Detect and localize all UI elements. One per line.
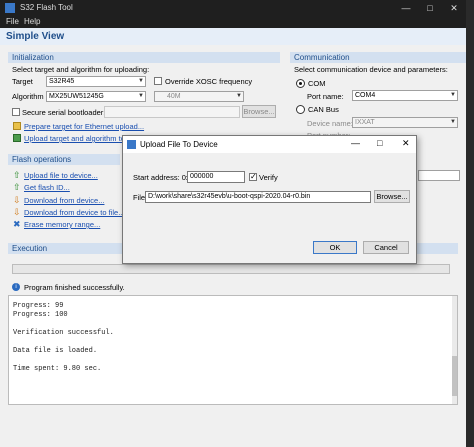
port-name-label: Port name: [307,92,344,101]
status-text: Program finished successfully. [24,283,125,292]
dialog-title: Upload File To Device [140,140,218,149]
canbus-radio[interactable] [296,105,305,114]
info-icon: i [12,283,20,291]
algorithm-select[interactable]: MX25UW51245G ▼ [46,91,146,102]
secure-bootloader-checkbox[interactable] [12,108,20,116]
log-line: Time spent: 9.80 sec. [13,365,102,373]
override-xosc-label: Override XOSC frequency [165,77,253,86]
erase-memory-link[interactable]: Erase memory range... [24,220,100,229]
menu-file[interactable]: File [6,17,19,26]
upload-file-link[interactable]: Upload file to device... [24,171,98,180]
ok-button[interactable]: OK [313,241,357,254]
xosc-frequency-select[interactable]: 40M ▼ [154,91,244,102]
menu-bar: File Help [0,16,466,28]
chevron-down-icon: ▼ [450,92,456,98]
dialog-minimize-icon[interactable]: — [351,138,360,148]
upload-arrow-icon: ⇧ [13,170,21,180]
cancel-button[interactable]: Cancel [363,241,409,254]
execution-header: Execution [12,244,48,253]
communication-header: Communication [294,53,350,62]
dialog-maximize-icon[interactable]: □ [377,138,382,148]
init-instruction: Select target and algorithm for uploadin… [12,65,150,74]
checkmark-icon: ✓ [250,172,257,181]
dialog-close-icon[interactable]: ✕ [402,138,410,149]
start-address-label: Start address: 0x [133,173,190,182]
dialog-title-bar: Upload File To Device — □ ✕ [123,136,416,153]
upload-target-icon [13,134,21,142]
verify-label: Verify [259,173,278,182]
file-path-input[interactable]: D:\work\share\s32r45evb\u-boot-qspi-2020… [145,191,371,203]
log-scrollbar-thumb[interactable] [452,356,457,396]
port-name-value: COM4 [355,92,376,99]
download-from-device-link[interactable]: Download from device... [24,196,104,205]
canbus-label: CAN Bus [308,105,339,114]
flash-operations-header: Flash operations [12,155,72,164]
initialization-header: Initialization [12,53,54,62]
chevron-down-icon: ▼ [450,119,456,125]
minimize-icon[interactable]: — [394,0,418,16]
target-select[interactable]: S32R45 ▼ [46,76,146,87]
ethernet-icon [13,122,21,130]
start-address-input[interactable]: 000000 [187,171,245,183]
log-line: Progress: 99 [13,302,64,310]
device-name-value: IXXAT [355,119,375,126]
secure-bootloader-label: Secure serial bootloader: [22,108,106,117]
dialog-app-icon [127,140,136,149]
device-name-select[interactable]: IXXAT ▼ [352,117,458,128]
get-flash-id-link[interactable]: Get flash ID... [24,183,70,192]
chevron-down-icon: ▼ [138,93,144,99]
device-name-label: Device name: [307,119,353,128]
override-xosc-checkbox[interactable] [154,77,162,85]
window-title: S32 Flash Tool [20,3,73,12]
verify-checkbox[interactable]: ✓ [249,172,257,181]
download-file-icon: ⇩ [13,207,21,217]
comm-field-behind-dialog [418,170,460,181]
app-icon [5,3,15,13]
xosc-frequency-value: 40M [167,93,181,100]
progress-bar [12,264,450,274]
bootloader-browse-button[interactable]: Browse... [242,105,276,118]
target-label: Target [12,77,33,86]
title-bar: S32 Flash Tool — □ ✕ [0,0,466,16]
bootloader-path-field[interactable] [104,106,240,118]
flash-id-icon: ⇧ [13,182,21,192]
com-radio[interactable] [296,79,305,88]
com-label: COM [308,79,326,88]
algorithm-label: Algorithm [12,92,44,101]
port-name-select[interactable]: COM4 ▼ [352,90,458,101]
section-initialization: Initialization [8,52,280,63]
view-header: Simple View [0,28,466,45]
log-line: Progress: 100 [13,311,68,319]
log-line: Verification successful. [13,329,114,337]
log-scrollbar[interactable] [452,296,457,404]
erase-icon: ✖ [13,219,21,229]
prepare-ethernet-link[interactable]: Prepare target for Ethernet upload... [24,122,144,131]
chevron-down-icon: ▼ [236,93,242,99]
menu-help[interactable]: Help [24,17,40,26]
bottom-area [0,408,466,447]
output-log[interactable]: Progress: 99 Progress: 100 Verification … [8,295,458,405]
close-icon[interactable]: ✕ [442,0,466,16]
comm-instruction: Select communication device and paramete… [294,65,448,74]
log-line: Data file is loaded. [13,347,98,355]
upload-file-dialog: Upload File To Device — □ ✕ Start addres… [122,135,417,264]
section-flash-operations: Flash operations [8,154,120,165]
algorithm-value: MX25UW51245G [49,93,104,100]
section-communication: Communication [290,52,466,63]
file-browse-button[interactable]: Browse... [374,190,410,203]
download-arrow-icon: ⇩ [13,195,21,205]
chevron-down-icon: ▼ [138,78,144,84]
target-value: S32R45 [49,78,75,85]
download-to-file-link[interactable]: Download from device to file... [24,208,124,217]
background-strip [466,0,474,447]
com-radio-dot [299,82,302,85]
view-title: Simple View [6,31,65,42]
maximize-icon[interactable]: □ [418,0,442,16]
upload-target-link[interactable]: Upload target and algorithm to... [24,134,131,143]
